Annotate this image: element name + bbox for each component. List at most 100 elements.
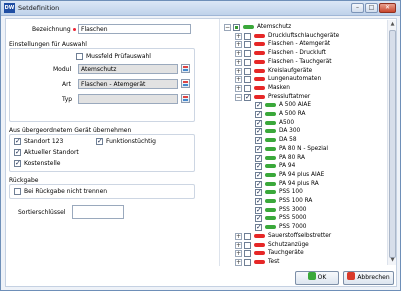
tree-item-checkbox[interactable] [244, 58, 251, 66]
tree-item[interactable]: PA 94 [220, 162, 390, 171]
tree-item[interactable]: PSS 7000 [220, 223, 390, 232]
status-green-icon [265, 225, 276, 230]
expand-icon[interactable]: + [235, 41, 242, 49]
tree-item-label: PSS 5000 [279, 215, 307, 222]
sortierschluessel-input[interactable] [72, 205, 124, 219]
tree-item-checkbox[interactable] [255, 110, 262, 118]
tree-item[interactable]: + Flaschen - Atemgerät [220, 40, 390, 49]
tree-item-checkbox[interactable] [244, 41, 251, 49]
abbrechen-button[interactable]: Abbrechen [343, 271, 394, 285]
tree-item[interactable]: + Lungenautomaten [220, 75, 390, 84]
tree-item[interactable]: + Flaschen - Druckluft [220, 49, 390, 58]
bezeichnung-input[interactable]: Flaschen [78, 24, 191, 34]
close-button[interactable]: ✕ [379, 3, 396, 13]
tree-item[interactable]: A500 [220, 119, 390, 128]
tree-item[interactable]: A 500 RA [220, 110, 390, 119]
tree-item-checkbox[interactable] [255, 145, 262, 153]
kostenstelle-checkbox[interactable] [14, 159, 21, 167]
title-bar[interactable]: DW Setdefinition – □ ✕ [1, 1, 400, 16]
tree-item-checkbox[interactable] [244, 50, 251, 58]
tree-item[interactable]: PSS 3000 [220, 206, 390, 215]
tree-item-checkbox[interactable] [255, 188, 262, 197]
tree-item[interactable]: − Pressluftatmer [220, 93, 390, 102]
tree-item[interactable]: PSS 100 RA [220, 197, 390, 206]
funktion-checkbox[interactable] [96, 137, 103, 145]
tree-item-checkbox[interactable] [244, 67, 251, 75]
tree-item[interactable]: PSS 100 [220, 188, 390, 197]
tree-scrollbar[interactable]: ▲ ▼ [387, 20, 396, 265]
ok-button[interactable]: OK [295, 271, 339, 285]
tree-item-checkbox[interactable] [244, 76, 251, 84]
status-green-icon [265, 190, 276, 195]
tree-item-checkbox[interactable] [255, 214, 262, 223]
tree-item-checkbox[interactable] [244, 93, 251, 101]
scroll-thumb[interactable] [389, 30, 396, 258]
tree-item[interactable]: + Kreislaufgeräte [220, 67, 390, 76]
tree-item[interactable]: + Schutzanzüge [220, 241, 390, 250]
tree-item-checkbox[interactable] [255, 223, 262, 232]
standort-checkbox[interactable] [14, 137, 21, 145]
tree-item-checkbox[interactable] [255, 101, 262, 110]
expand-icon[interactable]: + [235, 76, 242, 84]
tree-item-checkbox[interactable] [244, 250, 251, 258]
tree-item[interactable]: + Test [220, 258, 390, 266]
status-green-icon [265, 207, 276, 212]
module-tree[interactable]: − Atemschutz + Druckluftschlauchgeräte + Flas… [219, 19, 395, 266]
expand-icon[interactable]: + [235, 258, 242, 266]
tree-item[interactable]: PSS 5000 [220, 214, 390, 223]
tree-item[interactable]: + Sauerstoffselbstretter [220, 232, 390, 241]
expand-icon[interactable]: + [235, 58, 242, 66]
expand-icon[interactable]: + [235, 50, 242, 58]
modul-picker-icon[interactable] [181, 64, 190, 73]
tree-item[interactable]: DA 58 [220, 136, 390, 145]
art-picker-icon[interactable] [181, 79, 190, 88]
tree-item[interactable]: + Flaschen - Tauchgerät [220, 58, 390, 67]
ok-check-icon [307, 272, 316, 280]
collapse-icon[interactable]: − [224, 24, 231, 31]
expand-icon[interactable]: + [235, 84, 242, 92]
tree-item-checkbox[interactable] [255, 154, 262, 162]
tree-item-checkbox[interactable] [233, 24, 240, 31]
tree-item-checkbox[interactable] [244, 32, 251, 40]
maximize-button[interactable]: □ [365, 3, 378, 13]
mussfeld-checkbox[interactable] [76, 53, 83, 60]
tree-item[interactable]: PA 94 plus AIAE [220, 171, 390, 180]
expand-icon[interactable]: + [235, 32, 242, 40]
tree-item-label: PSS 100 RA [279, 198, 313, 204]
tree-item[interactable]: + Druckluftschlauchgeräte [220, 32, 390, 41]
scroll-up-arrow-icon[interactable]: ▲ [389, 21, 396, 28]
tree-item-checkbox[interactable] [244, 258, 251, 266]
expand-icon[interactable]: + [235, 241, 242, 249]
rueckgabe-checkbox[interactable] [14, 188, 21, 195]
tree-item-checkbox[interactable] [255, 127, 262, 136]
typ-picker-icon[interactable] [181, 94, 190, 103]
tree-item[interactable]: PA 80 N - Spezial [220, 145, 390, 154]
tree-item[interactable]: PA 94 plus RA [220, 180, 390, 189]
tree-item[interactable]: + Masken [220, 84, 390, 93]
tree-item-checkbox[interactable] [255, 136, 262, 145]
tree-item[interactable]: A 500 AIAE [220, 101, 390, 110]
tree-item-checkbox[interactable] [244, 84, 251, 92]
tree-item[interactable]: − Atemschutz [220, 23, 390, 32]
minimize-button[interactable]: – [351, 3, 364, 13]
status-red-icon [254, 251, 265, 256]
collapse-icon[interactable]: − [235, 93, 242, 101]
expand-icon[interactable]: + [235, 232, 242, 240]
tree-item[interactable]: + Tauchgeräte [220, 249, 390, 258]
tree-item-checkbox[interactable] [244, 232, 251, 240]
tree-item-checkbox[interactable] [255, 197, 262, 205]
tree-item-checkbox[interactable] [255, 180, 262, 188]
tree-item[interactable]: PA 80 RA [220, 154, 390, 163]
tree-item[interactable]: DA 300 [220, 127, 390, 136]
expand-icon[interactable]: + [235, 67, 242, 75]
tree-item-checkbox[interactable] [255, 162, 262, 171]
tree-item-checkbox[interactable] [255, 119, 262, 127]
expand-icon[interactable]: + [235, 250, 242, 258]
tree-item-checkbox[interactable] [255, 171, 262, 179]
scroll-down-arrow-icon[interactable]: ▼ [389, 257, 396, 264]
tree-item-checkbox[interactable] [255, 206, 262, 214]
tree-item-checkbox[interactable] [244, 241, 251, 249]
tree-item-label: Flaschen - Tauchgerät [268, 58, 332, 65]
tree-item-label: PSS 7000 [279, 224, 307, 231]
aktueller-standort-checkbox[interactable] [14, 148, 21, 156]
